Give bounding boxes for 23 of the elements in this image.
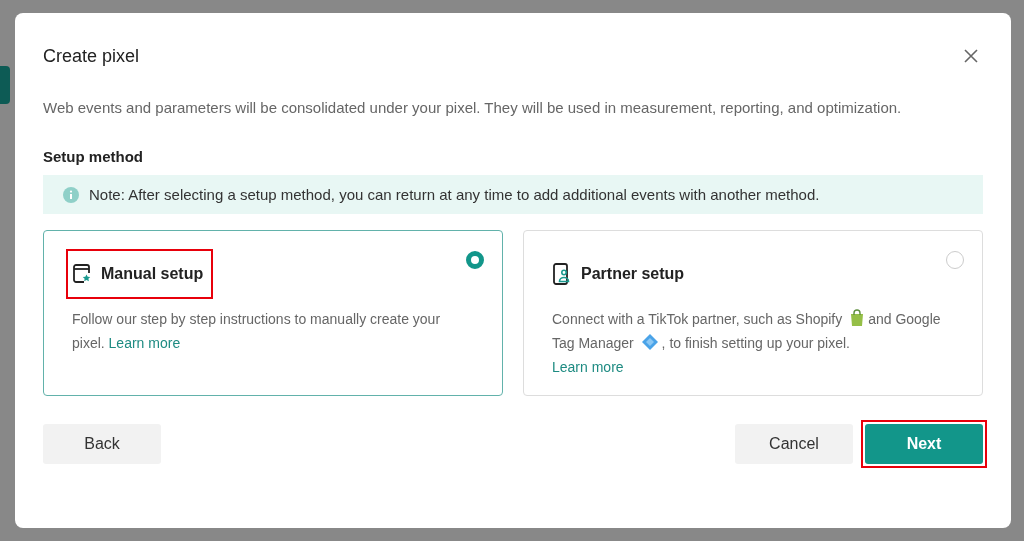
dialog-title: Create pixel bbox=[43, 45, 140, 67]
option-description: Follow our step by step instructions to manually create your pixel. Learn more bbox=[72, 310, 442, 353]
shopping-bag-icon bbox=[849, 309, 866, 327]
section-label: Setup method bbox=[43, 148, 144, 165]
option-title: Manual setup bbox=[101, 265, 204, 283]
diamond-icon bbox=[640, 333, 659, 351]
radio-button[interactable] bbox=[466, 251, 484, 269]
back-button[interactable]: Back bbox=[43, 424, 161, 464]
setup-option-card[interactable]: Partner setup Connect with a TikTok partner, such as Shopify and Google Tag Manager , to finish setting up your pixel. Learn more bbox=[523, 230, 983, 396]
close-button[interactable] bbox=[962, 47, 980, 65]
dialog-description: Web events and parameters will be consolidated under your pixel. They will be used in measurement, reporting, and optimization. bbox=[43, 98, 903, 118]
setup-option-card[interactable]: Manual setup Follow our step by step instructions to manually create your pixel. Learn more bbox=[43, 230, 503, 396]
close-icon bbox=[964, 49, 978, 63]
info-icon bbox=[63, 186, 79, 203]
option-title: Partner setup bbox=[581, 265, 685, 283]
learn-more-link[interactable]: Learn more bbox=[552, 355, 944, 379]
next-button[interactable]: Next bbox=[865, 424, 983, 464]
note-text: Note: After selecting a setup method, you can return at any time to add additional events with another method. bbox=[89, 186, 820, 203]
window-star-icon bbox=[73, 264, 91, 284]
learn-more-link[interactable]: Learn more bbox=[108, 335, 181, 351]
option-description: Connect with a TikTok partner, such as Shopify and Google Tag Manager , to finish setting up your pixel. Learn more bbox=[552, 307, 944, 379]
cancel-button[interactable]: Cancel bbox=[735, 424, 853, 464]
phone-person-icon bbox=[553, 263, 571, 285]
